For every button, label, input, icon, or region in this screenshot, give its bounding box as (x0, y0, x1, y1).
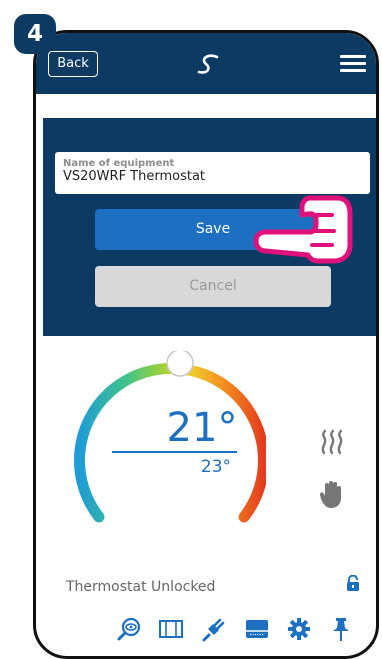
equipment-name-label: Name of equipment (63, 158, 175, 169)
equipment-name-value[interactable]: VS20WRF Thermostat (63, 169, 362, 184)
current-temperature: 21° (166, 405, 238, 451)
phone-frame: Back Name of equipment VS20WRF Thermosta… (33, 30, 379, 659)
temperature-divider (112, 451, 237, 453)
pin-icon[interactable] (328, 616, 354, 642)
padlock-icon[interactable] (346, 575, 360, 591)
pointing-hand-icon (253, 195, 353, 264)
top-bar: Back (36, 33, 376, 94)
back-button[interactable]: Back (48, 51, 98, 77)
hamburger-menu-icon[interactable] (340, 55, 366, 73)
target-temperature: 23° (200, 457, 232, 477)
heating-icon[interactable] (318, 429, 348, 455)
manual-hand-icon[interactable] (320, 479, 344, 509)
display-icon[interactable] (244, 616, 270, 642)
cancel-button[interactable]: Cancel (95, 266, 331, 307)
spacer (36, 94, 376, 118)
settings-icon[interactable] (286, 616, 312, 642)
search-eye-icon[interactable] (116, 616, 142, 642)
plug-icon[interactable] (200, 616, 226, 642)
dial-knob[interactable] (166, 351, 194, 377)
lock-status-text: Thermostat Unlocked (66, 579, 216, 595)
schedule-icon[interactable] (158, 616, 184, 642)
salus-logo-icon (197, 54, 219, 74)
